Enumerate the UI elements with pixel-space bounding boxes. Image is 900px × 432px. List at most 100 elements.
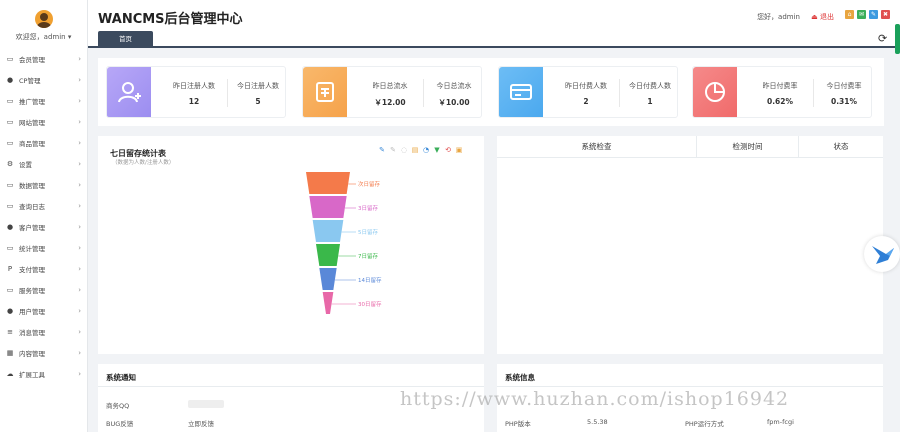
funnel-layer[interactable]: [322, 292, 334, 314]
check-table-header: 系统检查 检测时间 状态: [497, 136, 883, 158]
sidebar-item[interactable]: ● 用户管理 ›: [0, 300, 87, 321]
stat-card: 昨日付费率 0.62% 今日付费率 0.31%: [692, 66, 872, 118]
profile-name[interactable]: 欢迎您，admin ▾: [0, 32, 87, 42]
funnel-chart: 次日留存 3日留存 5日留存 7日留存 14日留存 30日留存: [306, 172, 382, 314]
chevron-right-icon: ›: [78, 348, 81, 357]
bug-feedback-link[interactable]: 立即反馈: [188, 418, 214, 428]
funnel-label: 3日留存: [358, 204, 378, 212]
sidebar-item[interactable]: ▭ 查询日志 ›: [0, 195, 87, 216]
stat-card: 昨日注册人数 12 今日注册人数 5: [106, 66, 286, 118]
chevron-right-icon: ›: [78, 201, 81, 210]
sidebar-item[interactable]: ⚙ 设置 ›: [0, 153, 87, 174]
menu-icon: ▭: [6, 285, 14, 294]
sidebar-item[interactable]: ▭ 服务管理 ›: [0, 279, 87, 300]
menu-icon: ●: [6, 75, 14, 84]
chevron-right-icon: ›: [78, 327, 81, 336]
divider: [619, 79, 620, 107]
sidebar-item[interactable]: ▭ 数据管理 ›: [0, 174, 87, 195]
menu-icon: ▭: [6, 138, 14, 147]
sidebar-item-label: 网站管理: [19, 118, 45, 127]
sidebar-item-label: 商品管理: [19, 139, 45, 148]
info-label-php: PHP版本: [505, 420, 531, 428]
menu-icon: ●: [6, 306, 14, 315]
sidebar-item[interactable]: ▭ 推广管理 ›: [0, 90, 87, 111]
sidebar-item[interactable]: ▭ 统计管理 ›: [0, 237, 87, 258]
menu-icon: ▭: [6, 180, 14, 189]
stat-value: 0.62%: [766, 97, 794, 106]
funnel-layer[interactable]: [319, 268, 337, 290]
menu-icon: ▭: [6, 96, 14, 105]
sidebar-item[interactable]: P 支付管理 ›: [0, 258, 87, 279]
stat-icon-box: [693, 67, 737, 117]
sidebar-item[interactable]: ▦ 内容管理 ›: [0, 342, 87, 363]
stat-label: 今日付费人数: [629, 82, 671, 90]
menu-icon: ≡: [7, 327, 13, 336]
stat-yesterday: 昨日付费人数 2: [557, 67, 615, 117]
chevron-right-icon: ›: [78, 264, 81, 273]
trash-icon[interactable]: ✖: [881, 10, 890, 19]
funnel-layer[interactable]: [309, 196, 347, 218]
page-title: WANCMS后台管理中心: [98, 12, 243, 27]
message-icon[interactable]: ✉: [857, 10, 866, 19]
funnel-layer[interactable]: [312, 220, 344, 242]
chevron-right-icon: ›: [78, 75, 81, 84]
stat-card: 昨日付费人数 2 今日付费人数 1: [498, 66, 678, 118]
stats-row: 昨日注册人数 12 今日注册人数 5 昨日总流水 ￥12.00 今日总流水 ￥10.00 昨日付…: [98, 58, 884, 126]
edit-icon[interactable]: ✎: [869, 10, 878, 19]
sidebar-item-label: CP管理: [19, 76, 41, 85]
sidebar-item[interactable]: ≡ 消息管理 ›: [0, 321, 87, 342]
sidebar-item[interactable]: ● 客户管理 ›: [0, 216, 87, 237]
profile: 欢迎您，admin ▾: [0, 0, 87, 44]
info-title: 系统信息: [505, 373, 535, 382]
stat-yesterday: 昨日总流水 ￥12.00: [361, 67, 419, 117]
sidebar-item[interactable]: ▭ 网站管理 ›: [0, 111, 87, 132]
stat-icon-box: [303, 67, 347, 117]
notice-label-bug: BUG反馈: [106, 420, 134, 428]
home-icon[interactable]: ⌂: [845, 10, 854, 19]
greeting-text: 您好，admin: [757, 13, 800, 21]
menu-icon: ⚙: [6, 159, 14, 168]
logout-link[interactable]: ⏏ 退出: [811, 12, 834, 22]
sidebar-item-label: 扩展工具: [19, 370, 45, 379]
sidebar-item[interactable]: ● CP管理 ›: [0, 69, 87, 90]
sidebar-item[interactable]: ▭ 会员管理 ›: [0, 48, 87, 69]
bird-logo-icon[interactable]: [864, 236, 900, 272]
funnel-layer[interactable]: [306, 172, 350, 194]
chevron-right-icon: ›: [78, 117, 81, 126]
funnel-label: 14日留存: [358, 276, 382, 284]
pie-icon: [702, 79, 728, 107]
stat-label: 昨日付费率: [762, 82, 798, 90]
stat-label: 昨日总流水: [372, 82, 408, 90]
chevron-right-icon: ›: [78, 222, 81, 231]
funnel-label: 7日留存: [358, 252, 378, 260]
sidebar-item-label: 客户管理: [19, 223, 45, 232]
menu-icon: P: [7, 264, 13, 273]
tab-home[interactable]: 首页: [98, 31, 153, 48]
stat-value: 2: [583, 97, 589, 106]
sidebar: 欢迎您，admin ▾ ▭ 会员管理 › ● CP管理 › ▭ 推广管理 › ▭ 网站管理 › ▭ 商品管…: [0, 0, 88, 432]
chevron-right-icon: ›: [78, 96, 81, 105]
funnel-layer[interactable]: [316, 244, 340, 266]
info-label-php-mode: PHP运行方式: [685, 420, 724, 428]
sidebar-item-label: 数据管理: [19, 181, 45, 190]
stat-value: 0.31%: [830, 97, 858, 106]
sidebar-item[interactable]: ☁ 扩展工具 ›: [0, 363, 87, 384]
column-status: 状态: [833, 142, 849, 151]
refresh-icon[interactable]: ⟳: [878, 32, 887, 45]
sidebar-item-label: 用户管理: [19, 307, 45, 316]
receipt-icon: [312, 79, 338, 107]
divider: [497, 386, 883, 387]
sidebar-menu: ▭ 会员管理 › ● CP管理 › ▭ 推广管理 › ▭ 网站管理 › ▭ 商品管理 › ⚙ 设置 › ▭ 数据管理 ›…: [0, 48, 87, 384]
stat-icon-box: [107, 67, 151, 117]
logout-icon: ⏏: [811, 13, 820, 21]
sidebar-item[interactable]: ▭ 商品管理 ›: [0, 132, 87, 153]
notice-value-qq: [188, 400, 224, 408]
funnel-label: 次日留存: [358, 180, 381, 188]
chevron-right-icon: ›: [78, 138, 81, 147]
sidebar-item-label: 会员管理: [19, 55, 45, 64]
scroll-handle[interactable]: [895, 24, 900, 54]
chevron-right-icon: ›: [78, 306, 81, 315]
notice-label-qq: 商务QQ: [106, 402, 130, 410]
avatar[interactable]: [34, 10, 53, 28]
column-system-check: 系统检查: [497, 136, 697, 157]
